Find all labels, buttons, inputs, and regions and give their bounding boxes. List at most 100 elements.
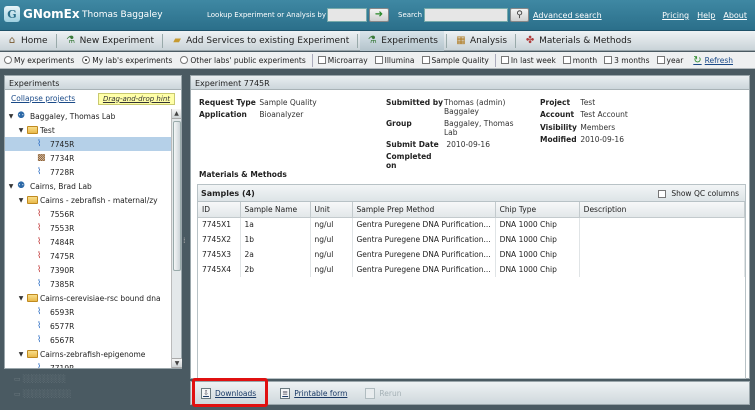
- drag-drop-hint[interactable]: Drag-and-drop hint: [97, 92, 175, 105]
- table-cell: 1b: [240, 232, 311, 247]
- tree-item[interactable]: ⌇ 7719R: [5, 361, 171, 368]
- expand-toggle-icon[interactable]: ▼: [17, 295, 25, 302]
- tree-item[interactable]: ▼ Cairns - zebrafish - maternal/zy: [5, 193, 171, 207]
- show-qc-columns-toggle[interactable]: Show QC columns: [655, 189, 739, 198]
- refresh-icon: ↻: [693, 54, 702, 66]
- expand-toggle-icon[interactable]: ▼: [17, 197, 25, 204]
- radio-button-selected[interactable]: [82, 56, 91, 64]
- tree-item-label: Baggaley, Thomas Lab: [30, 111, 116, 121]
- scroll-up-icon[interactable]: ▲: [172, 109, 181, 119]
- nav-experiments[interactable]: ⚗ Experiments: [360, 30, 444, 51]
- table-cell: 7745X3: [198, 247, 241, 262]
- search-input[interactable]: [424, 8, 508, 22]
- advanced-search-link[interactable]: Advanced search: [533, 11, 602, 20]
- expand-toggle-icon[interactable]: ▼: [7, 183, 15, 190]
- filter-month[interactable]: month: [560, 56, 597, 65]
- tree-item[interactable]: ⌇ 6577R: [5, 319, 171, 333]
- tree-item[interactable]: ⌇ 7728R: [5, 165, 171, 179]
- tree-item[interactable]: ⌇ 7475R: [5, 249, 171, 263]
- checkbox[interactable]: [562, 56, 571, 64]
- expand-toggle-icon[interactable]: ▼: [17, 127, 25, 134]
- field-label: Account: [540, 110, 575, 119]
- downloads-button[interactable]: ⇩ Downloads: [191, 381, 264, 405]
- tree-item[interactable]: ▼ ⚉ Baggaley, Thomas Lab: [5, 109, 171, 123]
- scroll-thumb[interactable]: [173, 121, 181, 271]
- radio-button[interactable]: [180, 56, 189, 64]
- tree-item[interactable]: ⌇ 7484R: [5, 235, 171, 249]
- help-link[interactable]: Help: [697, 11, 715, 20]
- column-header-description[interactable]: Description: [579, 202, 746, 218]
- submit-date-field: Submit Date 2010-09-16: [386, 140, 490, 149]
- search-button[interactable]: ⚲: [510, 8, 529, 22]
- table-cell: DNA 1000 Chip: [495, 217, 580, 232]
- flask-icon: ⚗: [367, 35, 377, 46]
- visibility-field: Visibility Members: [540, 123, 615, 132]
- tree-item-label: Cairns - zebrafish - maternal/zy: [40, 195, 158, 205]
- pricing-link[interactable]: Pricing: [662, 11, 689, 20]
- tree-item[interactable]: ▼ Cairns-zebrafish-epigenome: [5, 347, 171, 361]
- nav-analysis[interactable]: ▦ Analysis: [449, 31, 513, 51]
- expand-toggle-icon[interactable]: ▼: [7, 113, 15, 120]
- nav-home[interactable]: ⌂ Home: [0, 31, 54, 51]
- table-row[interactable]: 7745X4 2b ng/ul Gentra Puregene DNA Purific…: [198, 262, 746, 277]
- tree-item[interactable]: ▩ 7734R: [5, 151, 171, 165]
- lookup-go-button[interactable]: ➜: [369, 8, 389, 22]
- filter-sample-quality[interactable]: Sample Quality: [419, 56, 489, 65]
- filter-3-months[interactable]: 3 months: [601, 56, 650, 65]
- filter-last-week[interactable]: In last week: [498, 56, 556, 65]
- tree-item[interactable]: ▼ ⚉ Cairns, Brad Lab: [5, 179, 171, 193]
- table-cell: [579, 232, 746, 247]
- table-cell: Gentra Puregene DNA Purification...: [352, 232, 496, 247]
- tree-item[interactable]: ⌇ 7556R: [5, 207, 171, 221]
- panel-splitter[interactable]: ⁞: [183, 236, 186, 245]
- tree-item[interactable]: ▼ Cairns-cerevisiae-rsc bound dna: [5, 291, 171, 305]
- tree-item[interactable]: ⌇ 7553R: [5, 221, 171, 235]
- table-row[interactable]: 7745X3 2a ng/ul Gentra Puregene DNA Purific…: [198, 247, 746, 262]
- checkbox[interactable]: [656, 56, 665, 64]
- nav-materials-methods[interactable]: ✤ Materials & Methods: [518, 31, 637, 51]
- lookup-number-input[interactable]: [327, 8, 367, 22]
- tree-item[interactable]: ⌇ 6567R: [5, 333, 171, 347]
- tree-item[interactable]: ⌇ 7390R: [5, 263, 171, 277]
- filter-other-labs[interactable]: Other labs' public experiments: [176, 56, 306, 65]
- table-row[interactable]: 7745X2 1b ng/ul Gentra Puregene DNA Purific…: [198, 232, 746, 247]
- column-header-prep-method[interactable]: Sample Prep Method: [352, 202, 496, 218]
- filter-microarray[interactable]: Microarray: [315, 56, 368, 65]
- table-cell: ng/ul: [310, 262, 353, 277]
- filter-my-experiments[interactable]: My experiments: [0, 56, 74, 65]
- checkbox[interactable]: [317, 56, 326, 64]
- checkbox[interactable]: [374, 56, 383, 64]
- tree-item[interactable]: ⌇ 7745R: [5, 137, 171, 151]
- column-header-id[interactable]: ID: [198, 202, 241, 218]
- nav-add-services[interactable]: ▰ Add Services to existing Experiment: [165, 31, 355, 51]
- tree-item[interactable]: ▼ Test: [5, 123, 171, 137]
- checkbox[interactable]: [604, 56, 613, 64]
- column-header-chip-type[interactable]: Chip Type: [495, 202, 580, 218]
- tree-item[interactable]: ⌇ 7385R: [5, 277, 171, 291]
- tree-scrollbar[interactable]: ▲ ▼: [171, 109, 182, 368]
- scroll-down-icon[interactable]: ▼: [172, 358, 182, 368]
- filter-label: month: [572, 55, 598, 65]
- table-cell: [579, 247, 746, 262]
- filter-my-labs-experiments[interactable]: My lab's experiments: [78, 56, 172, 65]
- field-label: Group: [386, 119, 412, 128]
- filter-year[interactable]: year: [654, 56, 683, 65]
- table-row[interactable]: 7745X1 1a ng/ul Gentra Puregene DNA Purific…: [198, 217, 746, 232]
- column-header-sample-name[interactable]: Sample Name: [240, 202, 311, 218]
- refresh-link[interactable]: ↻ Refresh: [687, 55, 733, 66]
- checkbox[interactable]: [500, 56, 509, 64]
- printable-form-button[interactable]: ≡ Printable form: [280, 387, 347, 399]
- column-header-unit[interactable]: Unit: [310, 202, 353, 218]
- nav-new-experiment[interactable]: ⚗ New Experiment: [59, 31, 161, 51]
- app-logo[interactable]: G GNomEx: [4, 6, 80, 22]
- checkbox[interactable]: [658, 189, 667, 198]
- radio-button[interactable]: [4, 56, 12, 64]
- dna-strand-icon: ⌇: [37, 265, 42, 275]
- tree-item[interactable]: ⌇ 6593R: [5, 305, 171, 319]
- filter-illumina[interactable]: Illumina: [372, 56, 415, 65]
- collapse-projects-link[interactable]: Collapse projects: [11, 94, 75, 103]
- about-link[interactable]: About: [723, 11, 747, 20]
- checkbox[interactable]: [421, 56, 430, 64]
- dna-strand-icon: ⌇: [37, 251, 42, 261]
- expand-toggle-icon[interactable]: ▼: [17, 351, 25, 358]
